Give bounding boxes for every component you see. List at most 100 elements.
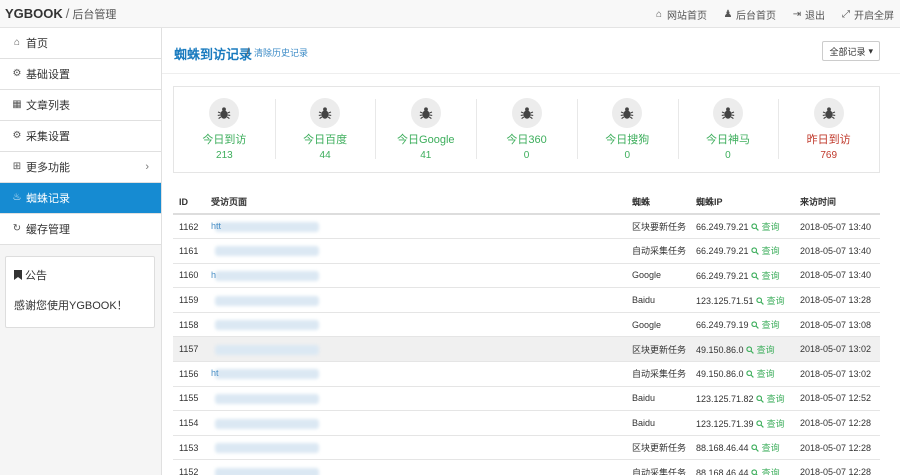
row-spider: 区块更新任务	[626, 336, 690, 363]
row-spider: 区块要新任务	[626, 214, 690, 240]
ip-query-link[interactable]: 查询	[756, 296, 785, 306]
table-row: 1152 自动采集任务 88.168.46.44 查询 2018-05-07 12:2…	[173, 459, 880, 475]
query-label: 查询	[766, 393, 785, 404]
fullscreen-icon: ⤢	[842, 8, 850, 20]
caret-down-icon: ▾	[868, 45, 873, 56]
sidebar-item-collect-settings[interactable]: ⚙ 采集设置	[0, 121, 161, 152]
bookmark-icon	[14, 270, 22, 280]
ip-query-link[interactable]: 查询	[751, 320, 780, 330]
row-page	[205, 459, 626, 475]
search-icon	[751, 444, 759, 452]
ip-query-link[interactable]: 查询	[751, 246, 780, 256]
table-row: 1160 h Google 66.249.79.21 查询 2018-05-07 13:…	[173, 263, 880, 289]
page-url-link[interactable]	[211, 245, 331, 257]
stat-label: 今日神马	[705, 134, 750, 146]
ip-query-link[interactable]: 查询	[746, 369, 775, 379]
ip-query-link[interactable]: 查询	[751, 271, 780, 281]
table-row: 1159 Baidu 123.125.71.51 查询 2018-05-07 13:2…	[173, 287, 880, 313]
admin-home-link[interactable]: ♟ 后台首页	[723, 7, 776, 22]
col-visit-time: 来访时间	[794, 190, 880, 215]
page-url-link[interactable]	[211, 295, 331, 306]
ip-query-link[interactable]: 查询	[756, 394, 785, 404]
ip-text: 66.249.79.21	[696, 270, 749, 281]
page-url-link[interactable]	[211, 442, 331, 454]
sidebar-item-home[interactable]: ⌂ 首页	[0, 28, 161, 59]
sidebar-item-cache-management[interactable]: ↻ 缓存管理	[0, 214, 161, 245]
brand[interactable]: YGBOOK / 后台管理	[5, 6, 116, 22]
row-id: 1155	[173, 386, 205, 412]
page-url-link[interactable]	[211, 344, 331, 355]
fullscreen-link[interactable]: ⤢ 开启全屏	[841, 7, 894, 22]
ip-query-link[interactable]: 查询	[751, 443, 780, 453]
bug-icon	[511, 98, 542, 128]
row-spider-ip: 123.125.71.39 查询	[690, 410, 794, 436]
sidebar-item-spider-records[interactable]: ♨ 蜘蛛记录	[0, 183, 161, 214]
redacted-url	[215, 369, 319, 380]
bug-icon	[310, 98, 341, 128]
col-spider: 蜘蛛	[626, 190, 690, 215]
sidebar-item-label: 基础设置	[26, 69, 70, 81]
sidebar-item-label: 蜘蛛记录	[26, 193, 70, 205]
bug-icon: ♨	[12, 192, 22, 203]
redacted-url	[215, 271, 319, 282]
bug-icon	[612, 98, 643, 128]
record-filter-dropdown[interactable]: 全部记录 ▾	[822, 41, 880, 61]
logout-link[interactable]: ⇥ 退出	[792, 7, 825, 22]
ip-query-link[interactable]: 查询	[746, 345, 775, 355]
search-icon	[751, 247, 759, 256]
page-url-link[interactable]: h	[211, 270, 331, 282]
row-spider: 自动采集任务	[626, 361, 690, 387]
home-icon: ⌂	[13, 37, 21, 48]
row-spider: Google	[626, 312, 690, 338]
ip-query-link[interactable]: 查询	[756, 419, 785, 429]
query-label: 查询	[761, 443, 780, 454]
page-url-link[interactable]	[211, 319, 331, 331]
bug-icon	[209, 98, 240, 128]
query-label: 查询	[761, 246, 780, 257]
chevron-right-icon: ›	[145, 161, 149, 173]
page-url-link[interactable]: ht	[211, 368, 331, 380]
ip-text: 66.249.79.21	[696, 246, 749, 257]
sidebar-item-basic-settings[interactable]: ⚙ 基础设置	[0, 59, 161, 90]
site-home-link[interactable]: ⌂ 网站首页	[654, 7, 707, 22]
stat-label: 今日Google	[397, 134, 455, 146]
ip-text: 66.249.79.21	[696, 222, 749, 233]
row-spider: Baidu	[626, 410, 690, 436]
gear-icon: ⚙	[12, 68, 22, 79]
sitemap-icon: ⊞	[12, 161, 22, 172]
spider-records-table: ID 受访页面 蜘蛛 蜘蛛IP 来访时间 1162 htt 区块要新任务 66.249…	[173, 190, 880, 475]
search-icon	[751, 469, 759, 475]
top-nav: ⌂ 网站首页 ♟ 后台首页 ⇥ 退出 ⤢ 开启全屏	[654, 7, 894, 22]
redacted-url	[215, 295, 319, 306]
query-label: 查询	[766, 295, 785, 306]
stat-value: 769	[820, 150, 838, 161]
row-visit-time: 2018-05-07 13:02	[794, 336, 880, 363]
sidebar-item-article-list[interactable]: ▦ 文章列表	[0, 90, 161, 121]
main-content: 蜘蛛到访记录 / 清除历史记录 全部记录 ▾ 今日到访 213 今日百度 44 今日Go…	[162, 28, 900, 475]
sidebar-item-label: 缓存管理	[26, 224, 70, 236]
row-spider: Baidu	[626, 386, 690, 412]
row-spider-ip: 66.249.79.21 查询	[690, 214, 794, 240]
ip-text: 123.125.71.51	[696, 295, 754, 306]
page-url-link[interactable]: htt	[211, 221, 331, 233]
clear-history-link[interactable]: 清除历史记录	[254, 46, 308, 59]
stat-label: 今日360	[506, 134, 547, 146]
page-url-link[interactable]	[211, 467, 331, 475]
page-url-text: ht	[211, 368, 219, 379]
redacted-url	[215, 246, 319, 257]
table-row: 1158 Google 66.249.79.19 查询 2018-05-07 13:0…	[173, 312, 880, 338]
ip-query-link[interactable]: 查询	[751, 222, 780, 232]
ip-query-link[interactable]: 查询	[751, 468, 780, 475]
bug-icon	[813, 98, 844, 128]
stat-value: 0	[725, 150, 731, 161]
page-url-link[interactable]	[211, 418, 331, 429]
row-id: 1158	[173, 312, 205, 338]
query-label: 查询	[761, 222, 780, 233]
search-icon	[751, 321, 759, 329]
row-page	[205, 386, 626, 412]
bug-icon	[712, 98, 743, 128]
sidebar-item-more-functions[interactable]: ⊞ 更多功能 ›	[0, 152, 161, 183]
row-visit-time: 2018-05-07 13:40	[794, 263, 880, 289]
page-url-link[interactable]	[211, 393, 331, 405]
query-label: 查询	[766, 418, 785, 429]
